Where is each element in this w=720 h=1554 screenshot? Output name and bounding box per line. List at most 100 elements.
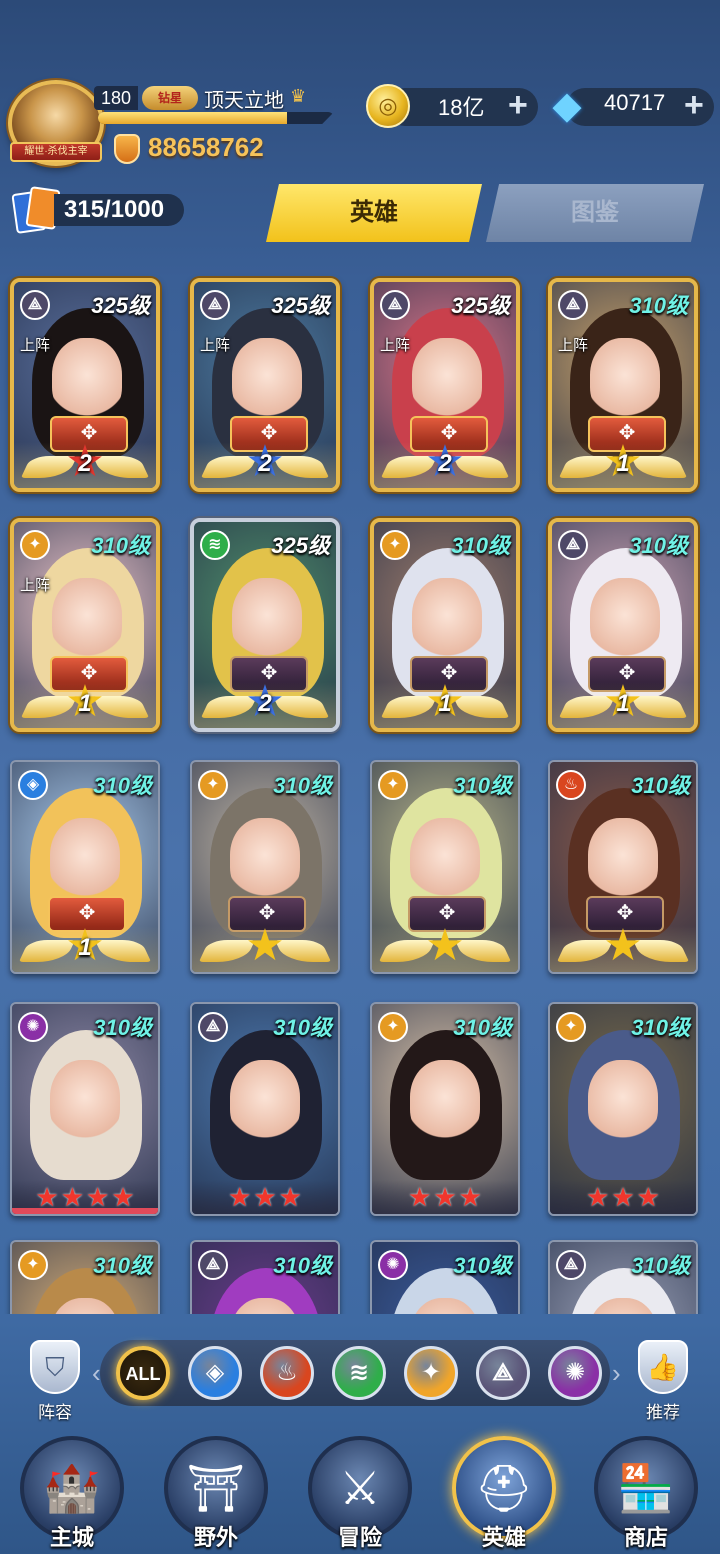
nav-item-helmet[interactable]: ⛑ 英雄 — [448, 1436, 560, 1554]
filter-all-button[interactable]: ALL — [116, 1346, 170, 1400]
deployed-label: 上阵 — [20, 337, 51, 354]
hero-level: 325级 — [91, 293, 150, 318]
hero-card[interactable]: ✦ 310级 — [10, 1240, 160, 1314]
star-icon: ★ — [278, 1181, 302, 1212]
hero-card[interactable]: ✺ 310级 — [370, 1240, 520, 1314]
hero-card[interactable]: ⟁ 310级 — [190, 1240, 340, 1314]
hero-level: 310级 — [273, 773, 332, 798]
add-gems-button[interactable]: + — [684, 86, 704, 125]
hero-level: 310级 — [91, 533, 150, 558]
water-icon: ◈ — [18, 770, 48, 800]
fire-icon: ♨ — [276, 1359, 298, 1386]
star-icon: ★ — [458, 1181, 482, 1212]
void-icon: ⟁ — [492, 1359, 514, 1386]
star-rating: ★ ★ ★ — [550, 1180, 696, 1214]
filter-dark-button[interactable]: ✺ — [548, 1346, 602, 1400]
hero-card[interactable]: ✦ 310级 ✥ ★ 1 — [370, 518, 520, 732]
void-icon: ⟁ — [198, 1250, 228, 1280]
fire-icon: ♨ — [556, 770, 586, 800]
thumbs-up-icon: 👍 — [638, 1340, 688, 1394]
shield-icon: ⛉ — [30, 1340, 80, 1394]
star-icon: ★ — [408, 1181, 432, 1212]
power-icon — [114, 134, 140, 164]
star-icon: ★ — [433, 1181, 457, 1212]
hero-level: 310级 — [93, 773, 152, 798]
nav-item-shop[interactable]: 🏪 商店 — [590, 1436, 702, 1554]
power-value: 88658762 — [148, 132, 264, 162]
filter-void-button[interactable]: ⟁ — [476, 1346, 530, 1400]
hero-card[interactable]: ✦ 310级 ★ ★ ★ — [370, 1002, 520, 1216]
tab-codex[interactable]: 图鉴 — [486, 184, 704, 242]
void-icon: ⟁ — [200, 290, 230, 320]
light-icon: ✦ — [378, 1012, 408, 1042]
light-icon: ✦ — [20, 530, 50, 560]
exp-fill — [98, 112, 287, 124]
hero-card[interactable]: ⟁ 325级 上阵 ✥ ★ 2 — [370, 278, 520, 492]
player-nickname: 顶天立地 — [204, 90, 284, 112]
hero-count: 315/1000 — [54, 194, 184, 226]
nav-item-portal[interactable]: ⛩ 野外 — [160, 1436, 272, 1554]
nature-icon: ≋ — [348, 1359, 370, 1386]
nav-label: 冒险 — [337, 1525, 382, 1550]
crown-icon: ♛ — [290, 86, 307, 106]
exp-bar — [98, 112, 334, 124]
nav-label: 英雄 — [481, 1525, 526, 1550]
hero-card[interactable]: ⟁ 310级 上阵 ✥ ★ 1 — [548, 278, 698, 492]
hero-card[interactable]: ✦ 310级 ✥ ★ — [190, 760, 340, 974]
deployed-label: 上阵 — [200, 337, 231, 354]
star-rank-number: 1 — [78, 690, 92, 717]
void-icon: ⟁ — [558, 290, 588, 320]
star-rank-number: 2 — [258, 450, 272, 477]
star-rank-number: 1 — [616, 690, 630, 717]
nav-label: 商店 — [623, 1525, 668, 1550]
hero-level: 325级 — [271, 533, 330, 558]
hero-card[interactable]: ✺ 310级 ★ ★ ★ ★ — [10, 1002, 160, 1216]
hero-level: 310级 — [453, 1253, 512, 1278]
star-rank-icon: ★ — [245, 921, 285, 970]
hero-card[interactable]: ⟁ 325级 上阵 ✥ ★ 2 — [10, 278, 160, 492]
hero-level: 310级 — [453, 1015, 512, 1040]
hero-card[interactable]: ⟁ 310级 — [548, 1240, 698, 1314]
gold-coin-icon: ◎ — [366, 84, 410, 128]
hero-level: 325级 — [271, 293, 330, 318]
hero-card[interactable]: ⟁ 310级 ✥ ★ 1 — [548, 518, 698, 732]
add-gold-button[interactable]: + — [508, 86, 528, 125]
lineup-button[interactable]: ⛉ 阵容 — [20, 1340, 90, 1426]
filter-light-button[interactable]: ✦ — [404, 1346, 458, 1400]
hero-card[interactable]: ◈ 310级 ✥ ★ 1 — [10, 760, 160, 974]
light-icon: ✦ — [420, 1359, 442, 1386]
hero-card[interactable]: ✦ 310级 上阵 ✥ ★ 1 — [10, 518, 160, 732]
star-icon: ★ — [228, 1181, 252, 1212]
hero-level: 310级 — [631, 1253, 690, 1278]
hero-card[interactable]: ✦ 310级 ✥ ★ — [370, 760, 520, 974]
filter-water-button[interactable]: ◈ — [188, 1346, 242, 1400]
dark-icon: ✺ — [564, 1359, 586, 1386]
vip-badge[interactable]: 钻星 — [142, 86, 198, 110]
deployed-label: 上阵 — [558, 337, 589, 354]
hero-level: 310级 — [453, 773, 512, 798]
star-icon: ★ — [636, 1181, 660, 1212]
nav-item-castle[interactable]: 🏰 主城 — [16, 1436, 128, 1554]
recommend-button[interactable]: 👍 推荐 — [628, 1340, 698, 1426]
deployed-label: 上阵 — [20, 577, 51, 594]
star-rank-icon: ★ — [603, 921, 643, 970]
hero-card[interactable]: ≋ 325级 ✥ ★ 2 — [190, 518, 340, 732]
dark-icon: ✺ — [378, 1250, 408, 1280]
tab-heroes[interactable]: 英雄 — [266, 184, 482, 242]
hero-card[interactable]: ♨ 310级 ✥ ★ — [548, 760, 698, 974]
chevron-right-icon[interactable]: › — [612, 1358, 621, 1389]
hero-card[interactable]: ⟁ 325级 上阵 ✥ ★ 2 — [190, 278, 340, 492]
star-rating: ★ ★ ★ — [372, 1180, 518, 1214]
nav-item-sword[interactable]: ⚔ 冒险 — [304, 1436, 416, 1554]
star-rank-number: 2 — [258, 690, 272, 717]
star-icon: ★ — [586, 1181, 610, 1212]
light-icon: ✦ — [198, 770, 228, 800]
filter-fire-button[interactable]: ♨ — [260, 1346, 314, 1400]
filter-nature-button[interactable]: ≋ — [332, 1346, 386, 1400]
light-icon: ✦ — [380, 530, 410, 560]
hero-card[interactable]: ✦ 310级 ★ ★ ★ — [548, 1002, 698, 1216]
light-icon: ✦ — [556, 1012, 586, 1042]
star-rating: ★ ★ ★ — [192, 1180, 338, 1214]
hero-card[interactable]: ⟁ 310级 ★ ★ ★ — [190, 1002, 340, 1216]
hero-level: 310级 — [273, 1253, 332, 1278]
